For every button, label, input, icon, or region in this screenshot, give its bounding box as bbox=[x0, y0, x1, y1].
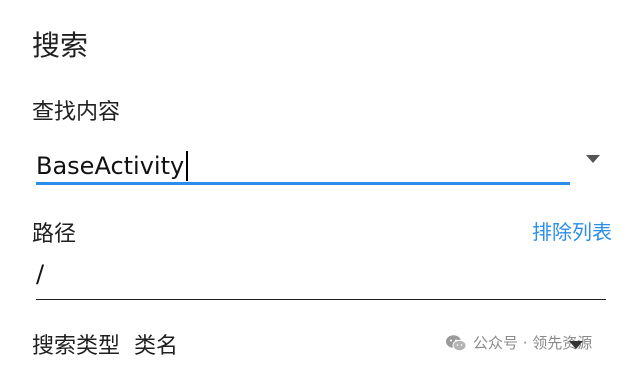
path-label: 路径 bbox=[32, 222, 77, 247]
chevron-down-icon[interactable] bbox=[569, 341, 583, 349]
path-input-value: / bbox=[36, 260, 45, 288]
chevron-down-icon[interactable] bbox=[586, 155, 600, 163]
text-caret bbox=[186, 151, 189, 181]
find-label: 查找内容 bbox=[32, 100, 121, 125]
dialog-title: 搜索 bbox=[32, 29, 89, 62]
find-input[interactable]: BaseActivity bbox=[36, 148, 566, 184]
search-type-label: 搜索类型 bbox=[32, 334, 121, 359]
path-input-underline bbox=[36, 299, 606, 300]
path-input[interactable]: / bbox=[36, 258, 606, 302]
search-type-select[interactable]: 类名 bbox=[134, 328, 178, 360]
find-input-value: BaseActivity bbox=[36, 152, 185, 180]
find-combobox[interactable]: BaseActivity bbox=[36, 138, 606, 188]
find-input-underline bbox=[36, 182, 570, 185]
search-type-row: 搜索类型 类名 bbox=[32, 328, 178, 360]
wechat-icon bbox=[446, 334, 467, 351]
exclude-list-link[interactable]: 排除列表 bbox=[532, 216, 612, 245]
